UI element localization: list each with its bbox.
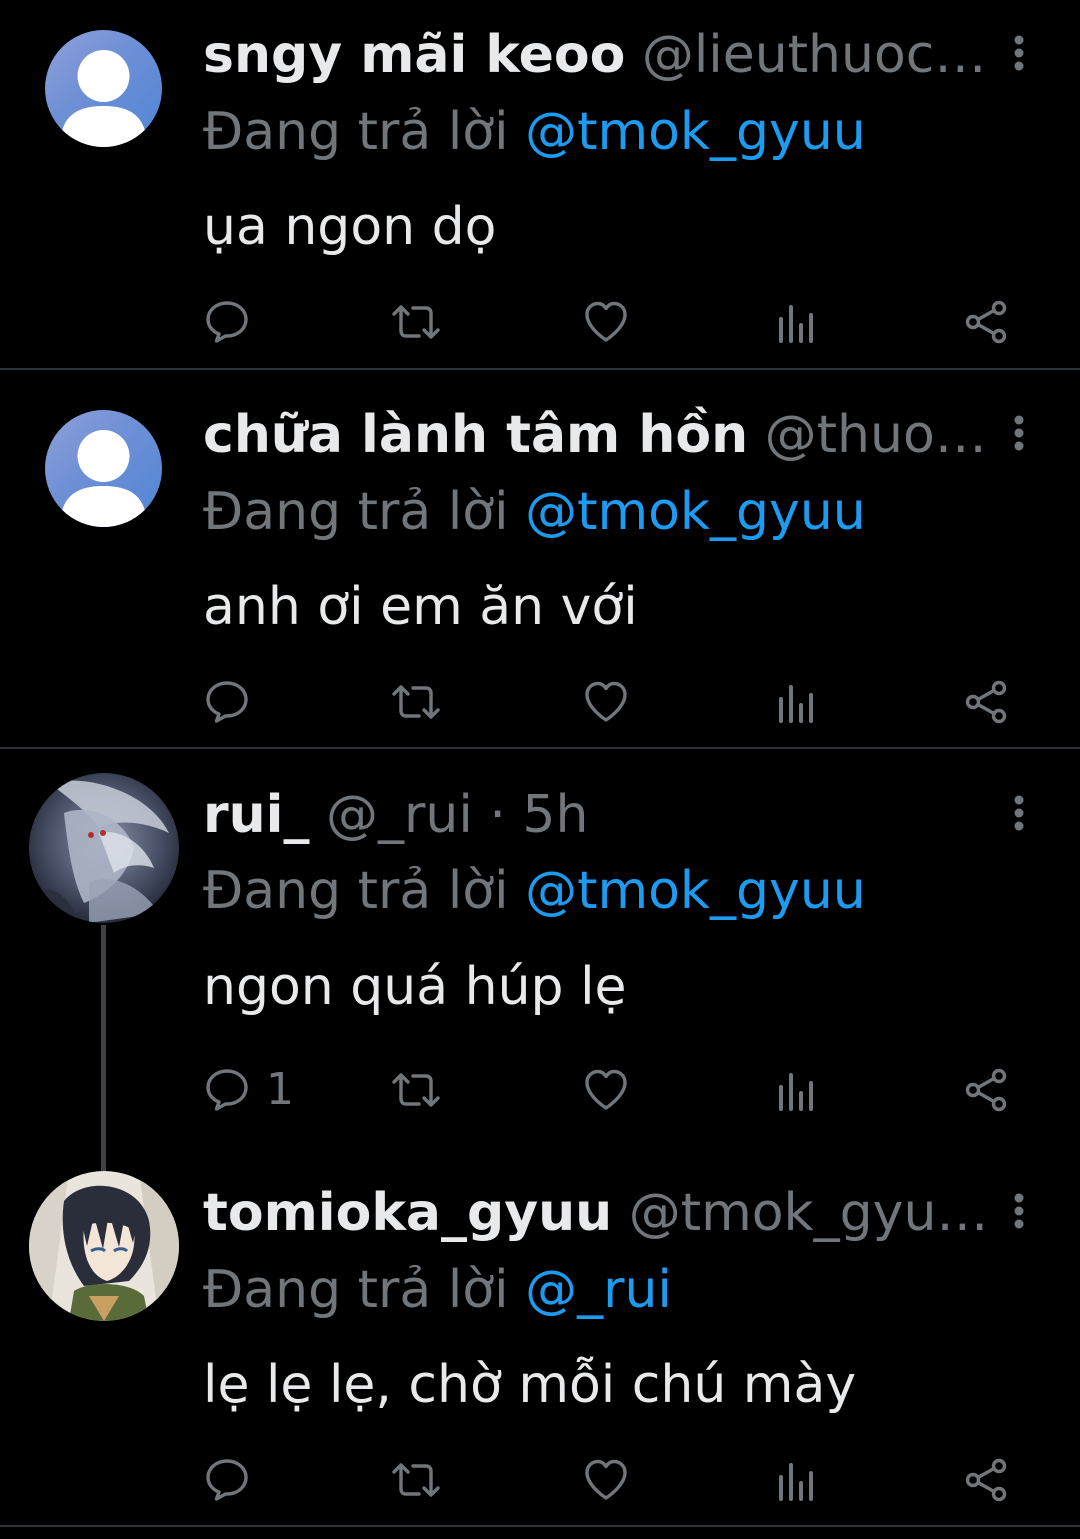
speech-bubble-icon — [206, 1069, 248, 1111]
retweet-icon — [392, 685, 440, 719]
user-handle[interactable]: @_rui — [326, 785, 473, 845]
reply-button[interactable] — [204, 1455, 266, 1505]
replying-to: Đang trả lời @tmok_gyuu — [203, 861, 866, 921]
reply-button[interactable]: 1 — [204, 1065, 294, 1115]
default-user-icon — [60, 50, 147, 147]
retweet-button[interactable] — [390, 1065, 442, 1115]
reply-button[interactable] — [204, 297, 266, 347]
tweet-header: chữa lành tâm hồn @thuo… — [203, 405, 987, 465]
mention-link[interactable]: @tmok_gyuu — [525, 861, 866, 921]
anime-character-avatar-image — [29, 773, 179, 923]
more-options-icon[interactable] — [1004, 793, 1034, 833]
tweet[interactable]: rui_ @_rui · 5h Đang trả lời @tmok_gyuu … — [0, 749, 1080, 1149]
share-icon — [965, 1068, 1007, 1112]
heart-icon — [585, 1459, 627, 1500]
retweet-button[interactable] — [390, 297, 442, 347]
reply-button[interactable] — [204, 677, 266, 727]
tweet-text: anh ơi em ăn với — [203, 577, 638, 637]
display-name[interactable]: rui_ — [203, 785, 310, 845]
tweet[interactable]: chữa lành tâm hồn @thuo… Đang trả lời @t… — [0, 370, 1080, 747]
more-options-icon[interactable] — [1004, 413, 1034, 453]
share-button[interactable] — [963, 1065, 1009, 1115]
bar-chart-icon — [779, 305, 813, 343]
share-button[interactable] — [963, 297, 1009, 347]
retweet-icon — [392, 1463, 440, 1497]
avatar[interactable] — [45, 410, 162, 527]
tweet-text: ụa ngon dọ — [203, 197, 497, 257]
heart-icon — [585, 301, 627, 342]
replying-to-label: Đang trả lời — [203, 861, 509, 921]
default-user-icon — [60, 430, 147, 527]
share-icon — [965, 680, 1007, 724]
thread-connector — [101, 1149, 106, 1171]
avatar[interactable] — [45, 30, 162, 147]
display-name[interactable]: tomioka_gyuu — [203, 1183, 612, 1243]
user-handle[interactable]: @thuo… — [765, 405, 987, 465]
speech-bubble-icon — [206, 1459, 248, 1501]
views-button[interactable] — [776, 297, 816, 347]
replying-to-label: Đang trả lời — [203, 482, 509, 542]
tweet[interactable]: tomioka_gyuu @tmok_gyu… Đang trả lời @_r… — [0, 1149, 1080, 1525]
like-button[interactable] — [583, 1065, 629, 1115]
like-button[interactable] — [583, 677, 629, 727]
thread-connector — [101, 925, 106, 1149]
replying-to: Đang trả lời @_rui — [203, 1260, 672, 1320]
tweet-text: lẹ lẹ lẹ, chờ mỗi chú mày — [203, 1355, 857, 1415]
more-options-icon[interactable] — [1004, 33, 1034, 73]
separator-dot: · — [489, 785, 506, 845]
tweet[interactable]: sngy mãi keoo @lieuthuoc… Đang trả lời @… — [0, 0, 1080, 368]
retweet-icon — [392, 1073, 440, 1107]
bar-chart-icon — [779, 1073, 813, 1111]
mention-link[interactable]: @_rui — [525, 1260, 672, 1320]
like-button[interactable] — [583, 297, 629, 347]
replying-to: Đang trả lời @tmok_gyuu — [203, 482, 866, 542]
avatar[interactable] — [29, 773, 179, 923]
share-icon — [965, 1458, 1007, 1502]
tweet-header: sngy mãi keoo @lieuthuoc… — [203, 25, 986, 85]
replying-to-label: Đang trả lời — [203, 1260, 509, 1320]
speech-bubble-icon — [206, 301, 248, 343]
tweet-timestamp[interactable]: 5h — [522, 785, 588, 845]
retweet-button[interactable] — [390, 1455, 442, 1505]
like-button[interactable] — [583, 1455, 629, 1505]
bar-chart-icon — [779, 685, 813, 723]
mention-link[interactable]: @tmok_gyuu — [525, 482, 866, 542]
share-icon — [965, 300, 1007, 344]
tweet-text: ngon quá húp lẹ — [203, 957, 627, 1017]
views-button[interactable] — [776, 1455, 816, 1505]
replying-to: Đang trả lời @tmok_gyuu — [203, 102, 866, 162]
display-name[interactable]: chữa lành tâm hồn — [203, 405, 748, 465]
speech-bubble-icon — [206, 681, 248, 723]
replying-to-label: Đang trả lời — [203, 102, 509, 162]
user-handle[interactable]: @lieuthuoc… — [642, 25, 987, 85]
tweet-header: tomioka_gyuu @tmok_gyu… — [203, 1183, 988, 1243]
heart-icon — [585, 681, 627, 722]
tweet-header: rui_ @_rui · 5h — [203, 785, 588, 845]
share-button[interactable] — [963, 1455, 1009, 1505]
more-options-icon[interactable] — [1004, 1191, 1034, 1231]
retweet-button[interactable] — [390, 677, 442, 727]
heart-icon — [585, 1069, 627, 1110]
tweet-divider — [0, 1525, 1080, 1527]
views-button[interactable] — [776, 677, 816, 727]
reply-count: 1 — [266, 1064, 294, 1115]
share-button[interactable] — [963, 677, 1009, 727]
anime-character-avatar-image — [29, 1171, 179, 1321]
views-button[interactable] — [776, 1065, 816, 1115]
mention-link[interactable]: @tmok_gyuu — [525, 102, 866, 162]
bar-chart-icon — [779, 1463, 813, 1501]
avatar[interactable] — [29, 1171, 179, 1321]
display-name[interactable]: sngy mãi keoo — [203, 25, 625, 85]
user-handle[interactable]: @tmok_gyu… — [629, 1183, 989, 1243]
retweet-icon — [392, 305, 440, 339]
